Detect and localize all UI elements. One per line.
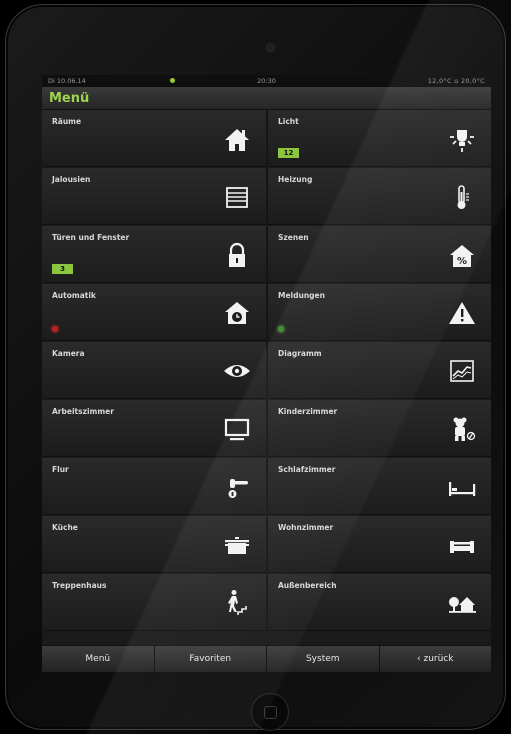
tile-heizung[interactable]: Heizung [267,168,491,225]
teddy-bear-icon [445,412,479,446]
tile-label: Meldungen [278,291,325,300]
count-badge: 3 [52,264,73,274]
tile-label: Türen und Fenster [52,233,130,242]
tile-wohnzimmer[interactable]: Wohnzimmer [267,516,491,573]
tile-label: Kinderzimmer [278,407,338,416]
monitor-icon [220,412,254,446]
house-icon [220,122,254,156]
house-clock-icon [220,296,254,330]
scene-house-percent-icon: % [445,238,479,272]
status-led-green [278,326,284,332]
tile-label: Szenen [278,233,309,242]
count-badge: 12 [278,148,299,158]
stairs-person-icon [220,586,254,620]
tile-arbeitszimmer[interactable]: Arbeitszimmer [42,400,266,457]
tile-schlafzimmer[interactable]: Schlafzimmer [267,458,491,515]
eye-icon [220,354,254,388]
status-led-red [52,326,58,332]
tile-flur[interactable]: Flur [42,458,266,515]
tile-label: Kamera [52,349,85,358]
chart-icon [445,354,479,388]
tile-jalousien[interactable]: Jalousien [42,168,266,225]
tile-kamera[interactable]: Kamera [42,342,266,399]
nav-back-button[interactable]: ‹ zurück [380,646,492,672]
tile-kueche[interactable]: Küche [42,516,266,573]
light-bulb-icon [445,122,479,156]
bottom-navigation: Menü Favoriten System ‹ zurück [42,645,491,672]
tile-label: Automatik [52,291,96,300]
tile-label: Arbeitszimmer [52,407,114,416]
tile-automatik[interactable]: Automatik [42,284,266,341]
tile-label: Licht [278,117,299,126]
door-handle-icon [220,470,254,504]
svg-text:%: % [457,256,467,267]
nav-system-button[interactable]: System [267,646,380,672]
menu-grid: Räume Licht 12 Jalousien Heizung Türen u… [42,110,491,635]
tile-treppenhaus[interactable]: Treppenhaus [42,574,266,631]
tile-szenen[interactable]: Szenen % [267,226,491,283]
tile-kinderzimmer[interactable]: Kinderzimmer [267,400,491,457]
screen: Di 10.06.14 20:30 12,0°C ⌂ 20,0°C Menü R… [42,75,491,672]
tile-diagramm[interactable]: Diagramm [267,342,491,399]
sofa-icon [445,528,479,562]
home-button[interactable] [251,693,289,731]
tile-label: Wohnzimmer [278,523,334,532]
blinds-icon [220,180,254,214]
tile-label: Treppenhaus [52,581,107,590]
title-bar: Menü [42,87,491,110]
nav-favorites-button[interactable]: Favoriten [155,646,267,672]
tile-label: Heizung [278,175,313,184]
tile-label: Schlafzimmer [278,465,336,474]
tile-label: Diagramm [278,349,322,358]
tile-licht[interactable]: Licht 12 [267,110,491,167]
tile-label: Jalousien [52,175,91,184]
outdoor-trees-house-icon [445,586,479,620]
cooking-pot-icon [220,528,254,562]
lock-icon [220,238,254,272]
tile-label: Räume [52,117,82,126]
nav-menu-button[interactable]: Menü [42,646,155,672]
tile-tueren-fenster[interactable]: Türen und Fenster 3 [42,226,266,283]
tile-label: Küche [52,523,78,532]
warning-icon [445,296,479,330]
tile-meldungen[interactable]: Meldungen [267,284,491,341]
bed-icon [445,470,479,504]
status-bar: Di 10.06.14 20:30 12,0°C ⌂ 20,0°C [42,75,491,87]
front-camera [267,44,274,51]
thermometer-icon [445,180,479,214]
tile-raeume[interactable]: Räume [42,110,266,167]
tile-aussenbereich[interactable]: Außenbereich [267,574,491,631]
tile-label: Außenbereich [278,581,337,590]
tile-label: Flur [52,465,69,474]
page-title: Menü [49,90,90,106]
status-time: 20:30 [257,77,276,85]
